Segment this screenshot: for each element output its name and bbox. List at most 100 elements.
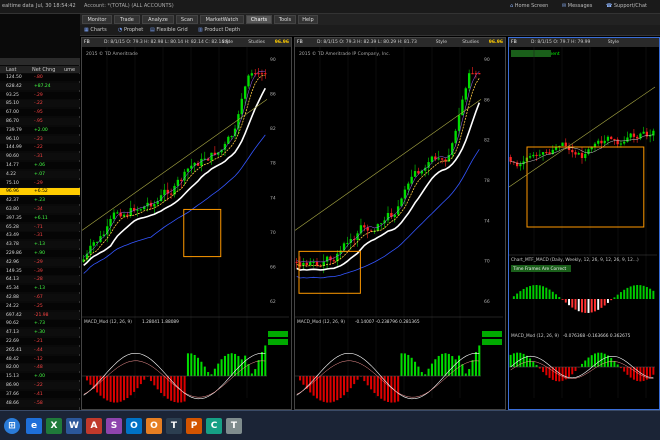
price-chart-svg[interactable]: 2015 © TD Ameritrade IP Company, Inc. 90 8… [295, 47, 503, 409]
taskbar-app-icon[interactable]: e [26, 418, 42, 434]
watchlist-row[interactable]: 63.80 -.34 [0, 206, 80, 213]
taskbar-app-icon[interactable]: O [126, 418, 142, 434]
watchlist-row[interactable]: 628.42 +87.24 [0, 82, 80, 90]
taskbar-app-icon[interactable]: A [86, 418, 102, 434]
watchlist-row[interactable]: 4.22 +.07 [0, 170, 80, 178]
chart-panel-2[interactable]: FB D: 8/1/15 O: 79.3 H: 82.39 L: 80.29 H:… [294, 37, 506, 410]
account-selector[interactable]: Account: *(TOTAL) (ALL ACCOUNTS) [84, 3, 174, 9]
tab-scan[interactable]: Scan [176, 15, 198, 24]
col-volume-header[interactable]: ume [64, 67, 75, 73]
macd-histogram-bar [397, 376, 400, 402]
subtab-product-depth[interactable]: ▥ Product Depth [198, 26, 240, 35]
tab-help[interactable]: Help [298, 15, 318, 24]
moving-average-line [296, 71, 480, 263]
col-last-header[interactable]: Last [6, 67, 16, 73]
style-menu[interactable]: Style [222, 38, 233, 47]
symbol-field[interactable]: FB [84, 38, 90, 47]
watchlist-row[interactable]: 96.10 -.23 [0, 135, 80, 143]
candle-body [430, 156, 434, 163]
candle-body [574, 152, 577, 155]
taskbar-app-icon[interactable]: W [66, 418, 82, 434]
taskbar-app-icon[interactable]: X [46, 418, 62, 434]
watchlist-row[interactable]: 37.66 -.41 [0, 390, 80, 398]
watchlist-row[interactable]: 149.35 -.39 [0, 267, 80, 275]
watchlist-row[interactable]: 229.86 +.90 [0, 250, 80, 257]
chart-header: FB D: 8/1/15 O: 79.7 H: 79.99 Style [509, 38, 659, 47]
tab-marketwatch[interactable]: MarketWatch [200, 15, 244, 24]
col-netchng-header[interactable]: Net Chng [32, 67, 55, 73]
candle-body [528, 156, 532, 158]
watchlist-row[interactable]: 14.77 +.06 [0, 162, 80, 169]
taskbar-app-icon[interactable]: C [206, 418, 222, 434]
studies-menu[interactable]: Studies [248, 38, 265, 47]
chart-panel-3[interactable]: FB D: 8/1/15 O: 79.7 H: 79.99 StyleTrading… [508, 37, 660, 410]
watchlist-row[interactable]: 64.13 -.28 [0, 276, 80, 284]
watchlist-row[interactable]: 48.42 -.12 [0, 355, 80, 363]
symbol-field[interactable]: FB [511, 38, 517, 47]
subtab-prophet[interactable]: ◔ Prophet [118, 26, 143, 35]
watchlist-row[interactable]: 42.88 -.67 [0, 294, 80, 301]
symbol-field[interactable]: FB [297, 38, 303, 47]
watchlist-row[interactable]: 93.25 -.29 [0, 91, 80, 99]
watchlist-row[interactable]: 22.69 -.21 [0, 338, 80, 345]
watchlist-row[interactable]: 43.78 +.13 [0, 241, 80, 249]
taskbar-app-icon[interactable]: O [146, 418, 162, 434]
style-menu[interactable]: Style [436, 38, 447, 47]
tab-charts[interactable]: Charts [246, 15, 272, 24]
taskbar-app-icon[interactable]: T [166, 418, 182, 434]
watchlist-row[interactable]: 24.22 -.25 [0, 302, 80, 310]
candle-body [613, 139, 616, 141]
start-button[interactable]: ⊞ [4, 418, 20, 434]
watchlist-row[interactable]: 75.10 -.29 [0, 179, 80, 187]
watchlist-row[interactable]: 86.70 -.95 [0, 118, 80, 125]
mtf-histogram-bar [516, 293, 519, 299]
watchlist-row[interactable]: 47.13 +.30 [0, 329, 80, 337]
watchlist-row[interactable]: 697.42 -21.98 [0, 311, 80, 319]
mtf-histogram-bar [577, 299, 580, 312]
watchlist-row[interactable]: 265.41 -.44 [0, 346, 80, 354]
home-screen-link[interactable]: ⌂ Home Screen [510, 3, 548, 9]
candle-body [163, 189, 166, 196]
tab-tools[interactable]: Tools [274, 15, 296, 24]
subtab-charts[interactable]: ▦ Charts [84, 26, 107, 35]
support-chat-link[interactable]: ☎ Support/Chat [606, 3, 647, 9]
watchlist-row[interactable]: 96.96 +6.52 [0, 188, 80, 196]
tab-monitor[interactable]: Monitor [82, 15, 112, 24]
net-change: +.06 [34, 163, 45, 168]
watchlist-row[interactable]: 43.49 -.31 [0, 232, 80, 240]
watchlist-row[interactable]: 124.50 -.80 [0, 74, 80, 81]
watchlist-row[interactable]: 45.34 +.13 [0, 285, 80, 293]
watchlist-row[interactable]: 82.00 -.48 [0, 364, 80, 372]
watchlist-row[interactable]: 144.99 -.22 [0, 144, 80, 152]
style-menu[interactable]: Style [608, 38, 619, 47]
watchlist-row[interactable]: 15.13 +.00 [0, 373, 80, 381]
watchlist-row[interactable]: 90.62 +.73 [0, 320, 80, 328]
last-price: 229.86 [6, 251, 22, 256]
watchlist-row[interactable]: 48.66 -.58 [0, 399, 80, 407]
messages-link[interactable]: ✉ Messages [562, 3, 592, 9]
subtab-flexible-grid[interactable]: ▤ Flexible Grid [150, 26, 188, 35]
taskbar-app-icon[interactable]: P [186, 418, 202, 434]
studies-menu[interactable]: Studies [462, 38, 479, 47]
tab-analyze[interactable]: Analyze [142, 15, 174, 24]
watchlist-row[interactable]: 85.10 -.22 [0, 100, 80, 108]
taskbar-app-icon[interactable]: T [226, 418, 242, 434]
candle-body [403, 189, 407, 199]
watchlist-row[interactable]: 42.37 +.23 [0, 197, 80, 205]
watchlist-row[interactable]: 86.90 -.22 [0, 382, 80, 389]
tab-trade[interactable]: Trade [114, 15, 140, 24]
watchlist-row[interactable]: 42.96 -.29 [0, 258, 80, 266]
candle-body [571, 150, 574, 153]
macd-histogram-bar [558, 367, 561, 382]
watchlist-row[interactable]: 65.28 -.71 [0, 223, 80, 231]
candle-body [532, 154, 535, 157]
chart-panel-1[interactable]: FB D: 8/1/15 O: 79.3 H: 82.98 L: 80.14 H:… [81, 37, 292, 410]
watchlist-toolbar[interactable] [0, 58, 80, 65]
taskbar-app-icon[interactable]: S [106, 418, 122, 434]
watchlist-row[interactable]: 739.79 +2.00 [0, 126, 80, 134]
watchlist-row[interactable]: 67.00 -.95 [0, 109, 80, 117]
watchlist-row[interactable]: 90.60 -.31 [0, 153, 80, 161]
price-chart-svg[interactable]: Trading EnvironmentChart_MTF_MACD (Daily… [509, 47, 657, 409]
price-chart-svg[interactable]: 2015 © TD Ameritrade 90 86 82 78 74 70 66 62 MACD… [82, 47, 289, 409]
watchlist-row[interactable]: 397.35 +6.11 [0, 214, 80, 222]
